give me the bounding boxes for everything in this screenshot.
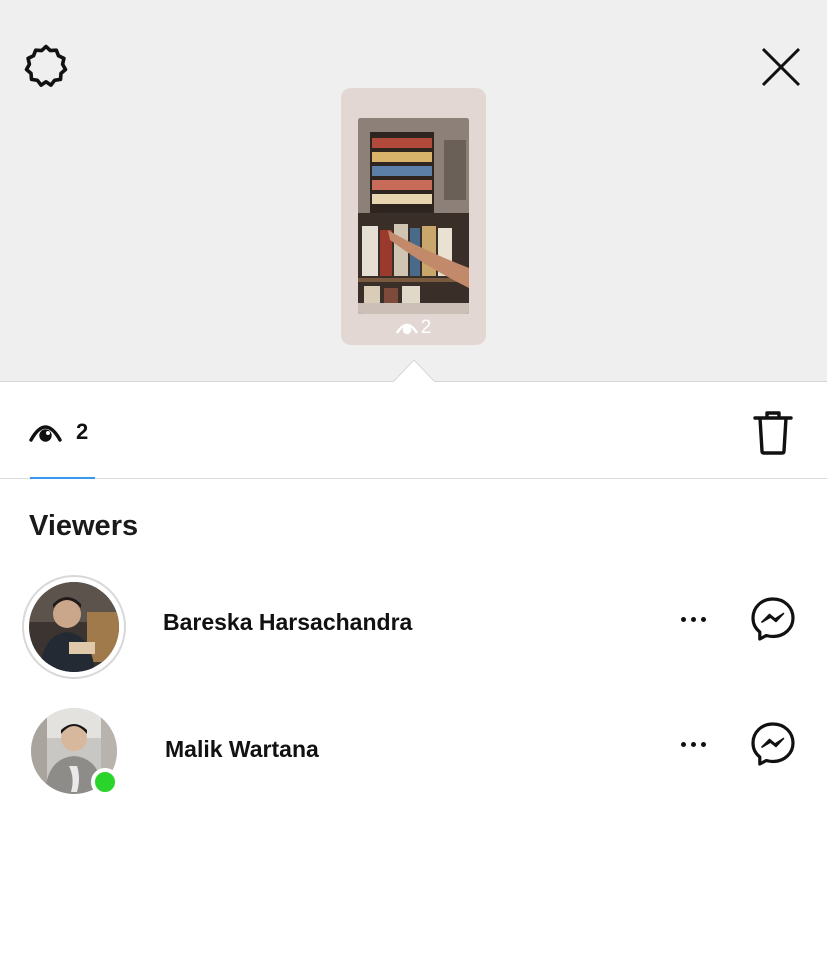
more-options-button[interactable]: [671, 729, 715, 759]
delete-story-button[interactable]: [750, 408, 796, 456]
viewers-heading: Viewers: [29, 510, 139, 542]
dot: [680, 616, 686, 622]
story-viewers-screen: 2 2 Viewers Bareska Harsachandra Malik W…: [0, 0, 827, 965]
settings-gear-icon: [24, 44, 68, 87]
story-view-count: 2: [420, 317, 432, 338]
eye-icon: [29, 425, 62, 442]
close-button[interactable]: [756, 42, 806, 92]
viewers-sheet: 2 Viewers Bareska Harsachandra Malik War…: [0, 382, 827, 965]
messenger-icon: [751, 597, 795, 641]
viewer-name[interactable]: Bareska Harsachandra: [163, 609, 412, 636]
dot: [690, 741, 696, 747]
tab-views[interactable]: 2: [29, 410, 88, 454]
story-photo: [358, 118, 469, 314]
avatar-photo: [29, 582, 119, 672]
story-preview-area: 2: [0, 0, 827, 382]
bookshelf-photo-image: [358, 118, 469, 314]
more-options-button[interactable]: [671, 604, 715, 634]
messenger-icon: [751, 722, 795, 766]
viewer-name[interactable]: Malik Wartana: [165, 736, 319, 763]
eye-icon: [395, 323, 418, 335]
preview-pointer-arrow: [393, 360, 435, 382]
active-tab-indicator: [30, 477, 95, 479]
dot: [680, 741, 686, 747]
online-status-indicator: [91, 768, 119, 796]
settings-button[interactable]: [22, 42, 70, 90]
tab-bar: 2: [0, 382, 827, 479]
story-thumbnail[interactable]: 2: [341, 88, 486, 345]
close-x-icon: [761, 47, 801, 87]
send-message-button[interactable]: [749, 720, 797, 768]
viewer-row[interactable]: Malik Wartana: [0, 700, 827, 810]
views-count: 2: [76, 419, 89, 444]
trash-icon: [753, 411, 793, 455]
dot: [690, 616, 696, 622]
viewer-row[interactable]: Bareska Harsachandra: [0, 573, 827, 683]
dot: [700, 616, 706, 622]
story-view-counter: 2: [341, 317, 486, 339]
avatar[interactable]: [22, 575, 126, 679]
send-message-button[interactable]: [749, 595, 797, 643]
dot: [700, 741, 706, 747]
